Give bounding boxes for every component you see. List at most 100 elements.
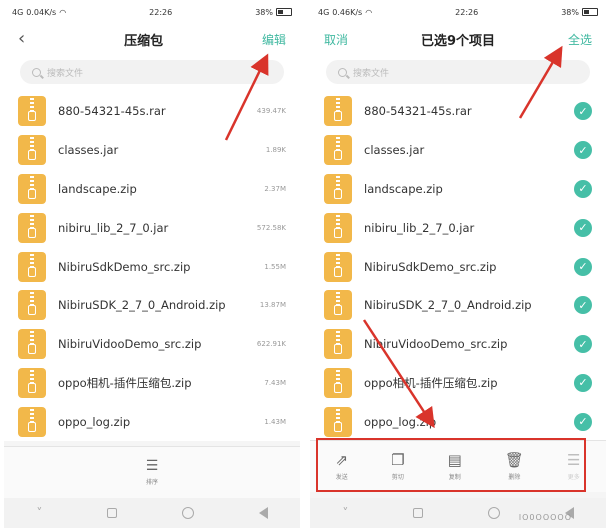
battery-group: 38% xyxy=(255,8,292,17)
file-row[interactable]: NibiruSDK_2_7_0_Android.zip ✓ xyxy=(310,286,606,325)
battery-group: 38% xyxy=(561,8,598,17)
nav-home-icon[interactable] xyxy=(181,507,194,519)
file-name: oppo_log.zip xyxy=(364,414,437,429)
edit-button[interactable]: 编辑 xyxy=(262,31,286,48)
file-row[interactable]: NibiruSdkDemo_src.zip 1.55M xyxy=(4,247,300,286)
file-row[interactable]: nibiru_lib_2_7_0.jar ✓ xyxy=(310,208,606,247)
checkmark-icon[interactable]: ✓ xyxy=(574,141,592,160)
file-name: oppo相机-插件压缩包.zip xyxy=(58,375,192,390)
zip-file-icon xyxy=(18,96,46,127)
file-name: 880-54321-45s.rar xyxy=(58,104,166,119)
action-copy-button[interactable]: ▤ 复制 xyxy=(448,452,462,481)
file-name: landscape.zip xyxy=(364,181,443,196)
action-label: 更多 xyxy=(567,473,580,481)
file-row[interactable]: oppo_log.zip ✓ xyxy=(310,402,606,441)
action-cut-button[interactable]: ❐ 剪切 xyxy=(391,450,405,481)
nav-menu-icon[interactable]: ˅ xyxy=(36,506,42,520)
file-size: 439.47K xyxy=(256,107,286,116)
checkmark-icon[interactable]: ✓ xyxy=(574,412,592,431)
file-row[interactable]: landscape.zip 2.37M xyxy=(4,170,300,209)
file-size: 13.87M xyxy=(259,301,286,310)
zip-file-icon xyxy=(324,251,352,282)
signal-icon: 4G xyxy=(12,7,24,17)
search-input[interactable]: 搜索文件 xyxy=(20,60,284,84)
zip-file-icon xyxy=(18,329,46,360)
nav-menu-icon[interactable]: ˅ xyxy=(342,506,348,520)
file-name: landscape.zip xyxy=(58,181,137,196)
file-name: classes.jar xyxy=(364,143,425,158)
checkmark-icon[interactable]: ✓ xyxy=(574,296,592,315)
nav-recents-icon[interactable] xyxy=(107,508,118,518)
file-name: oppo相机-插件压缩包.zip xyxy=(364,375,498,390)
file-row[interactable]: NibiruSDK_2_7_0_Android.zip 13.87M xyxy=(4,286,300,325)
file-name: nibiru_lib_2_7_0.jar xyxy=(364,220,475,235)
status-bar: 4G 0.04K/s ◠ 22:26 38% xyxy=(4,0,300,24)
zip-file-icon xyxy=(324,173,352,204)
select-all-button[interactable]: 全选 xyxy=(568,31,592,48)
action-label: 剪切 xyxy=(391,473,404,481)
checkmark-icon[interactable]: ✓ xyxy=(574,373,592,392)
zip-file-icon xyxy=(324,96,352,127)
file-row[interactable]: landscape.zip ✓ xyxy=(310,170,606,209)
file-row[interactable]: nibiru_lib_2_7_0.jar 572.58K xyxy=(4,208,300,247)
file-name: 880-54321-45s.rar xyxy=(364,104,472,119)
file-row[interactable]: classes.jar 1.89K xyxy=(4,131,300,170)
file-row[interactable]: 880-54321-45s.rar 439.47K xyxy=(4,92,300,131)
file-name: NibiruSdkDemo_src.zip xyxy=(58,259,191,274)
checkmark-icon[interactable]: ✓ xyxy=(574,257,592,276)
network-speed: 0.46K/s xyxy=(332,7,363,17)
nav-home-icon[interactable] xyxy=(487,507,500,519)
search-area: 搜索文件 xyxy=(4,54,300,92)
zip-file-icon xyxy=(18,290,46,321)
zip-file-icon xyxy=(324,329,352,360)
zip-file-icon xyxy=(18,135,46,166)
zip-file-icon xyxy=(324,135,352,166)
file-row[interactable]: oppo_log.zip 1.43M xyxy=(4,402,300,441)
search-input[interactable]: 搜索文件 xyxy=(326,60,590,84)
checkmark-icon[interactable]: ✓ xyxy=(574,179,592,198)
clock: 22:26 xyxy=(149,7,173,17)
search-icon xyxy=(338,67,347,77)
battery-icon xyxy=(581,8,598,16)
action-share-button[interactable]: ⇗ 发送 xyxy=(335,450,349,481)
page-title: 压缩包 xyxy=(124,33,164,49)
more-icon: ☰ xyxy=(566,450,581,469)
file-size: 622.91K xyxy=(256,340,286,349)
file-row[interactable]: oppo相机-插件压缩包.zip 7.43M xyxy=(4,364,300,403)
file-name: NibiruSDK_2_7_0_Android.zip xyxy=(364,298,532,313)
file-size: 1.89K xyxy=(265,146,286,155)
action-label: 发送 xyxy=(335,473,348,481)
share-icon: ⇗ xyxy=(335,450,349,469)
file-row[interactable]: 880-54321-45s.rar ✓ xyxy=(310,92,606,131)
sort-button[interactable]: ☰ 排序 xyxy=(146,459,159,486)
zip-file-icon xyxy=(18,173,46,204)
file-row[interactable]: NibiruVidooDemo_src.zip 622.91K xyxy=(4,325,300,364)
back-arrow-icon[interactable]: ‹ xyxy=(18,30,25,48)
signal-group: 4G 0.46K/s ◠ xyxy=(318,8,372,17)
action-more-button[interactable]: ☰ 更多 xyxy=(566,450,581,481)
checkmark-icon[interactable]: ✓ xyxy=(574,335,592,354)
file-name: NibiruVidooDemo_src.zip xyxy=(364,337,508,352)
file-size: 2.37M xyxy=(264,184,286,193)
page-title: 已选9个项目 xyxy=(420,33,496,49)
cut-icon: ❐ xyxy=(391,450,405,469)
file-name: classes.jar xyxy=(58,143,119,158)
selection-action-bar: ⇗ 发送 ❐ 剪切 ▤ 复制 🗑 删除 ☰ 更多 xyxy=(310,440,606,492)
file-row[interactable]: oppo相机-插件压缩包.zip ✓ xyxy=(310,364,606,403)
cancel-button[interactable]: 取消 xyxy=(324,31,348,48)
file-row[interactable]: NibiruVidooDemo_src.zip ✓ xyxy=(310,325,606,364)
checkmark-icon[interactable]: ✓ xyxy=(574,218,592,237)
file-row[interactable]: classes.jar ✓ xyxy=(310,131,606,170)
file-row[interactable]: NibiruSdkDemo_src.zip ✓ xyxy=(310,247,606,286)
action-trash-button[interactable]: 🗑 删除 xyxy=(505,452,524,481)
search-placeholder: 搜索文件 xyxy=(47,68,84,79)
file-name: NibiruSdkDemo_src.zip xyxy=(364,259,497,274)
wifi-icon: ◠ xyxy=(365,7,373,17)
checkmark-icon[interactable]: ✓ xyxy=(574,102,592,121)
battery-percent: 38% xyxy=(561,7,579,17)
file-size: 572.58K xyxy=(256,223,286,232)
nav-recents-icon[interactable] xyxy=(413,508,424,518)
nav-back-icon[interactable] xyxy=(258,507,268,519)
battery-icon xyxy=(275,8,292,16)
file-name: nibiru_lib_2_7_0.jar xyxy=(58,220,169,235)
